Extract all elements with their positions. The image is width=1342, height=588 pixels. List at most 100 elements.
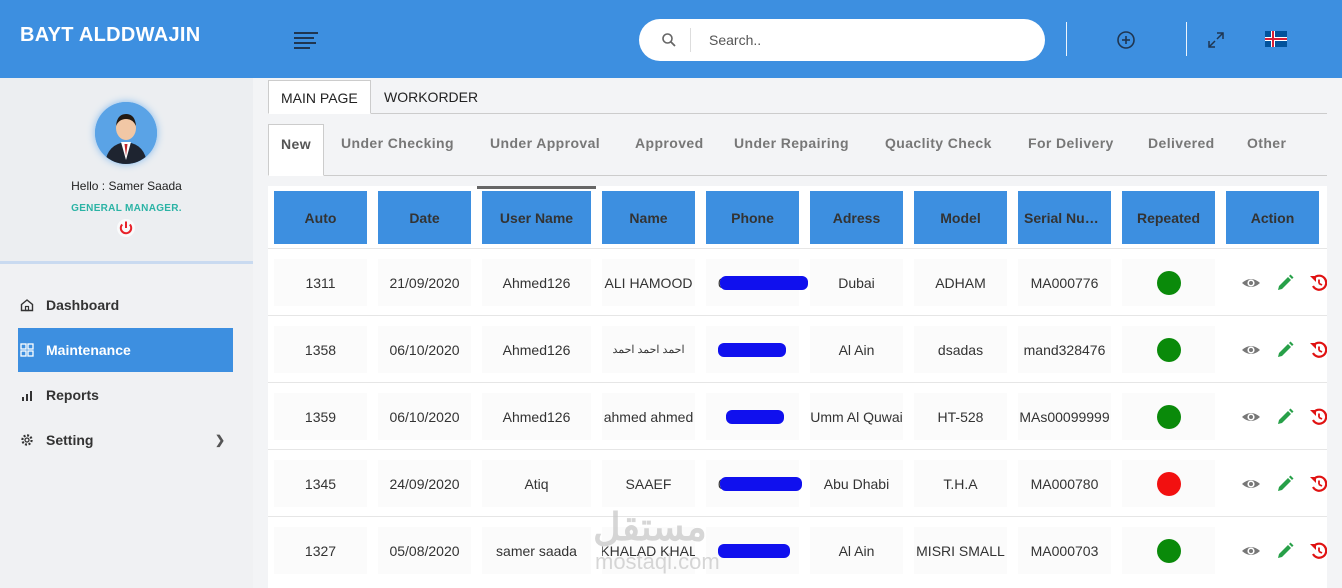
tab-for-delivery[interactable]: For Delivery xyxy=(1028,124,1114,176)
cell-repeated xyxy=(1122,326,1215,373)
sidebar-item-label: Reports xyxy=(46,387,99,403)
menu-icon[interactable] xyxy=(294,32,318,50)
column-header-phone[interactable]: Phone xyxy=(706,191,799,244)
view-icon[interactable] xyxy=(1241,407,1261,427)
cell-date: 05/08/2020 xyxy=(378,527,471,574)
restore-icon[interactable] xyxy=(1309,407,1327,427)
cell-serial: MAs00099999 xyxy=(1018,393,1111,440)
cell-name: SAAEF xyxy=(602,460,695,507)
grid-icon xyxy=(20,343,34,357)
edit-icon[interactable] xyxy=(1275,273,1295,293)
column-header-action[interactable]: Action xyxy=(1226,191,1319,244)
search-input[interactable] xyxy=(701,19,1021,61)
column-header-auto[interactable]: Auto xyxy=(274,191,367,244)
edit-icon[interactable] xyxy=(1275,541,1295,561)
restore-icon[interactable] xyxy=(1309,474,1327,494)
plus-circle-icon[interactable] xyxy=(1116,30,1136,50)
table-row[interactable]: 134524/09/2020AtiqSAAEF0Abu DhabiT.H.AMA… xyxy=(268,449,1327,516)
cell-auto: 1345 xyxy=(274,460,367,507)
view-icon[interactable] xyxy=(1241,474,1261,494)
tab-quality-check[interactable]: Quaclity Check xyxy=(885,124,992,176)
phone-redaction xyxy=(720,276,808,290)
restore-icon[interactable] xyxy=(1309,340,1327,360)
tab-under-repairing[interactable]: Under Repairing xyxy=(734,124,849,176)
cell-name: ahmed ahmed xyxy=(602,393,695,440)
sidebar-item-maintenance[interactable]: Maintenance xyxy=(18,328,233,372)
cell-address: Al Ain xyxy=(810,527,903,574)
row-actions xyxy=(1241,393,1327,440)
phone-redaction xyxy=(718,544,790,558)
user-avatar-icon xyxy=(95,102,157,164)
sidebar: Hello : Samer Saada GENERAL MANAGER. Das… xyxy=(0,78,253,588)
tab-new[interactable]: New xyxy=(268,124,324,176)
phone-redaction xyxy=(726,410,784,424)
phone-redaction xyxy=(718,343,786,357)
view-icon[interactable] xyxy=(1241,340,1261,360)
edit-icon[interactable] xyxy=(1275,407,1295,427)
column-header-name[interactable]: Name xyxy=(602,191,695,244)
cell-auto: 1358 xyxy=(274,326,367,373)
column-header-address[interactable]: Adress xyxy=(810,191,903,244)
workorder-table: Auto Date User Name Name Phone Adress Mo… xyxy=(268,186,1327,588)
status-dot xyxy=(1156,538,1181,563)
status-dot xyxy=(1156,270,1181,295)
table-header: Auto Date User Name Name Phone Adress Mo… xyxy=(268,186,1327,248)
top-bar: BAYT ALDDWAJIN xyxy=(0,0,1342,78)
cell-model: ADHAM xyxy=(914,259,1007,306)
sidebar-item-setting[interactable]: Setting ❯ xyxy=(18,418,233,462)
table-row[interactable]: 131121/09/2020Ahmed126ALI HAMOOD0DubaiAD… xyxy=(268,248,1327,315)
flag-icon[interactable] xyxy=(1265,31,1287,47)
sidebar-item-label: Maintenance xyxy=(46,342,131,358)
sidebar-item-reports[interactable]: Reports xyxy=(18,373,233,417)
column-header-repeated[interactable]: Repeated xyxy=(1122,191,1215,244)
avatar[interactable] xyxy=(95,102,157,164)
tab-main-page[interactable]: MAIN PAGE xyxy=(268,80,371,114)
brand-title: BAYT ALDDWAJIN xyxy=(20,24,201,46)
cell-date: 06/10/2020 xyxy=(378,326,471,373)
edit-icon[interactable] xyxy=(1275,340,1295,360)
tab-other[interactable]: Other xyxy=(1247,124,1286,176)
cell-address: Al Ain xyxy=(810,326,903,373)
cell-name: احمد احمد احمد xyxy=(602,326,695,373)
home-icon xyxy=(20,299,34,312)
cell-name: ALI HAMOOD xyxy=(602,259,695,306)
cell-model: HT-528 xyxy=(914,393,1007,440)
bar-chart-icon xyxy=(22,391,32,401)
edit-icon[interactable] xyxy=(1275,474,1295,494)
table-row[interactable]: 1359 06/10/2020 Ahmed126 ahmed ahmed Umm Al … xyxy=(268,382,1327,449)
tab-workorder[interactable]: WORKORDER xyxy=(372,80,490,114)
search-divider xyxy=(690,28,691,52)
tab-under-checking[interactable]: Under Checking xyxy=(341,124,454,176)
cell-model: MISRI SMALL xyxy=(914,527,1007,574)
status-dot xyxy=(1156,471,1181,496)
restore-icon[interactable] xyxy=(1309,541,1327,561)
cell-address: Umm Al Quwai xyxy=(810,393,903,440)
cell-date: 06/10/2020 xyxy=(378,393,471,440)
table-row[interactable]: 1327 05/08/2020 samer saada KHALAD KHAL Al A… xyxy=(268,516,1327,583)
row-actions xyxy=(1241,460,1327,507)
tab-under-approval[interactable]: Under Approval xyxy=(490,124,600,176)
sidebar-item-dashboard[interactable]: Dashboard xyxy=(18,283,233,327)
tab-approved[interactable]: Approved xyxy=(635,124,704,176)
chevron-right-icon: ❯ xyxy=(214,433,225,447)
cell-address: Abu Dhabi xyxy=(810,460,903,507)
view-icon[interactable] xyxy=(1241,541,1261,561)
view-icon[interactable] xyxy=(1241,273,1261,293)
cell-model: dsadas xyxy=(914,326,1007,373)
tab-delivered[interactable]: Delivered xyxy=(1148,124,1215,176)
row-actions xyxy=(1241,527,1327,574)
fullscreen-icon[interactable] xyxy=(1206,30,1226,50)
column-header-serial[interactable]: Serial Number xyxy=(1018,191,1111,244)
cell-repeated xyxy=(1122,259,1215,306)
restore-icon[interactable] xyxy=(1309,273,1327,293)
header-divider xyxy=(1066,22,1067,56)
status-tabs: New Under Checking Under Approval Approv… xyxy=(268,124,1327,176)
cell-date: 24/09/2020 xyxy=(378,460,471,507)
column-header-user-name[interactable]: User Name xyxy=(482,191,591,244)
cell-serial: MA000703 xyxy=(1018,527,1111,574)
power-icon[interactable] xyxy=(116,218,136,238)
search-icon[interactable] xyxy=(661,32,677,48)
table-row[interactable]: 1358 06/10/2020 Ahmed126 احمد احمد احمد Al A… xyxy=(268,315,1327,382)
column-header-model[interactable]: Model xyxy=(914,191,1007,244)
column-header-date[interactable]: Date xyxy=(378,191,471,244)
